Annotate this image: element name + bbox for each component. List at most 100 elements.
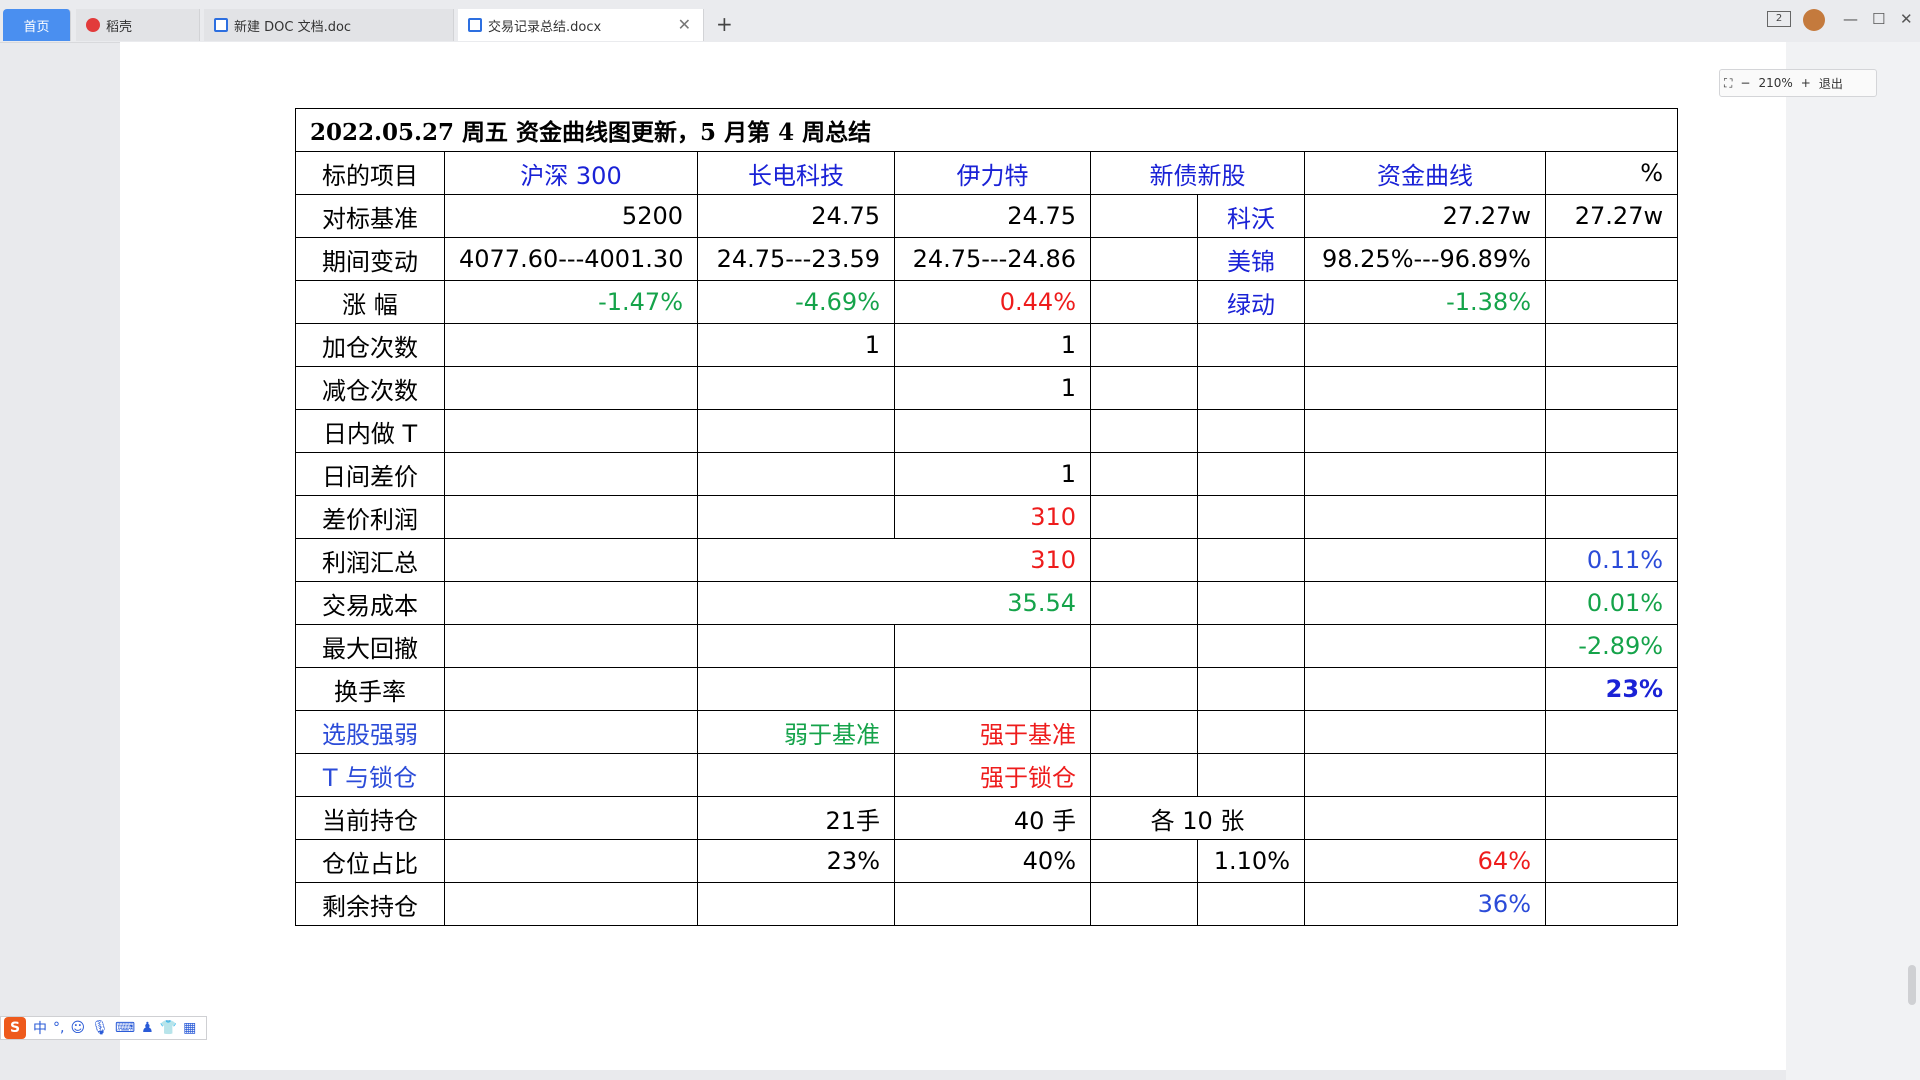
table-cell[interactable]: 0.44% [894, 280, 1091, 324]
header-cell[interactable]: 沪深 300 [444, 151, 698, 195]
table-cell[interactable] [1304, 452, 1546, 496]
table-cell[interactable] [697, 624, 895, 668]
row-label[interactable]: 换手率 [295, 667, 445, 711]
skin-icon[interactable]: 👕 [160, 1020, 177, 1036]
row-label[interactable]: 减仓次数 [295, 366, 445, 410]
microphone-icon[interactable]: 🎙 [91, 1020, 109, 1036]
table-cell[interactable] [444, 882, 698, 926]
table-cell[interactable] [1197, 581, 1305, 625]
row-label[interactable]: 利润汇总 [295, 538, 445, 582]
row-label[interactable]: 选股强弱 [295, 710, 445, 754]
table-cell[interactable] [444, 452, 698, 496]
table-cell[interactable]: 1 [894, 366, 1091, 410]
table-cell[interactable]: -1.47% [444, 280, 698, 324]
table-cell[interactable]: 1.10% [1197, 839, 1305, 883]
row-label[interactable]: 剩余持仓 [295, 882, 445, 926]
table-cell[interactable]: 23% [1544, 667, 1679, 711]
table-cell[interactable] [1304, 495, 1546, 539]
table-cell[interactable]: 弱于基准 [697, 710, 895, 754]
table-cell[interactable]: 科沃 [1197, 194, 1305, 238]
row-label[interactable]: 交易成本 [295, 581, 445, 625]
table-cell[interactable]: 24.75 [894, 194, 1091, 238]
scrollbar-thumb[interactable] [1908, 965, 1916, 1005]
header-cell[interactable]: 标的项目 [295, 151, 445, 195]
table-cell[interactable]: 24.75 [697, 194, 895, 238]
header-cell[interactable]: % [1544, 151, 1679, 195]
table-cell[interactable] [444, 495, 698, 539]
table-cell[interactable] [1090, 409, 1198, 453]
table-cell[interactable]: 绿动 [1197, 280, 1305, 324]
tab-trade-record[interactable]: 交易记录总结.docx ✕ [458, 9, 704, 41]
table-cell[interactable] [1197, 538, 1305, 582]
table-cell[interactable]: 310 [894, 495, 1091, 539]
layout-icon[interactable]: 2 [1767, 11, 1791, 27]
emoji-icon[interactable]: ☺ [70, 1020, 85, 1036]
table-cell[interactable] [444, 624, 698, 668]
table-cell[interactable] [1090, 839, 1198, 883]
row-label[interactable]: 日内做 T [295, 409, 445, 453]
table-cell[interactable] [1090, 882, 1198, 926]
table-cell[interactable] [894, 409, 1091, 453]
table-cell[interactable] [1197, 710, 1305, 754]
zoom-in-button[interactable]: + [1797, 76, 1815, 90]
table-cell[interactable] [1197, 409, 1305, 453]
row-label[interactable]: 仓位占比 [295, 839, 445, 883]
table-cell[interactable] [1304, 710, 1546, 754]
table-cell[interactable] [444, 753, 698, 797]
table-cell[interactable] [1544, 882, 1679, 926]
table-cell[interactable]: 强于基准 [894, 710, 1091, 754]
table-cell[interactable] [1544, 366, 1679, 410]
table-cell[interactable]: 64% [1304, 839, 1546, 883]
ime-language[interactable]: 中 [33, 1018, 47, 1038]
row-label[interactable]: 差价利润 [295, 495, 445, 539]
table-cell[interactable] [444, 323, 698, 367]
table-cell[interactable] [1304, 323, 1546, 367]
table-cell[interactable]: 美锦 [1197, 237, 1305, 281]
table-cell[interactable]: -4.69% [697, 280, 895, 324]
minimize-icon[interactable]: — [1843, 10, 1858, 28]
grid-icon[interactable]: ▦ [183, 1020, 196, 1036]
table-cell[interactable]: 5200 [444, 194, 698, 238]
table-cell[interactable] [444, 409, 698, 453]
table-cell[interactable] [697, 667, 895, 711]
zoom-out-button[interactable]: − [1736, 76, 1754, 90]
new-tab-icon[interactable]: + [716, 12, 733, 36]
row-label[interactable]: 期间变动 [295, 237, 445, 281]
avatar[interactable] [1803, 9, 1825, 31]
table-cell[interactable] [894, 667, 1091, 711]
table-cell[interactable] [697, 366, 895, 410]
table-cell[interactable] [1090, 323, 1198, 367]
header-cell[interactable]: 新债新股 [1090, 151, 1305, 195]
table-cell[interactable] [697, 452, 895, 496]
header-cell[interactable]: 资金曲线 [1304, 151, 1546, 195]
row-label[interactable]: 对标基准 [295, 194, 445, 238]
table-cell[interactable] [1090, 581, 1198, 625]
table-cell[interactable] [444, 796, 698, 840]
table-cell[interactable] [1304, 366, 1546, 410]
table-cell[interactable] [1197, 667, 1305, 711]
zoom-level[interactable]: 210% [1754, 76, 1796, 90]
row-label[interactable]: T 与锁仓 [295, 753, 445, 797]
table-cell[interactable] [1197, 452, 1305, 496]
exit-button[interactable]: 退出 [1815, 75, 1847, 92]
table-cell[interactable]: 24.75---24.86 [894, 237, 1091, 281]
table-cell[interactable] [697, 495, 895, 539]
table-cell[interactable]: -2.89% [1544, 624, 1679, 668]
table-title[interactable]: 2022.05.27 周五 资金曲线图更新，5 月第 4 周总结 [294, 108, 1679, 152]
table-cell[interactable] [1544, 452, 1679, 496]
tab-daoke[interactable]: 稻壳 [76, 9, 200, 41]
table-cell[interactable] [1304, 796, 1546, 840]
maximize-icon[interactable]: ☐ [1872, 10, 1885, 28]
table-cell[interactable]: -1.38% [1304, 280, 1546, 324]
table-cell[interactable]: 1 [894, 323, 1091, 367]
table-cell[interactable]: 1 [894, 452, 1091, 496]
table-cell[interactable] [697, 882, 895, 926]
table-cell[interactable] [1090, 495, 1198, 539]
header-cell[interactable]: 伊力特 [894, 151, 1091, 195]
table-cell[interactable] [1544, 796, 1679, 840]
table-cell[interactable] [1544, 839, 1679, 883]
table-cell[interactable]: 35.54 [697, 581, 1091, 625]
table-cell[interactable] [1304, 538, 1546, 582]
keyboard-icon[interactable]: ⌨ [115, 1020, 135, 1036]
row-label[interactable]: 加仓次数 [295, 323, 445, 367]
